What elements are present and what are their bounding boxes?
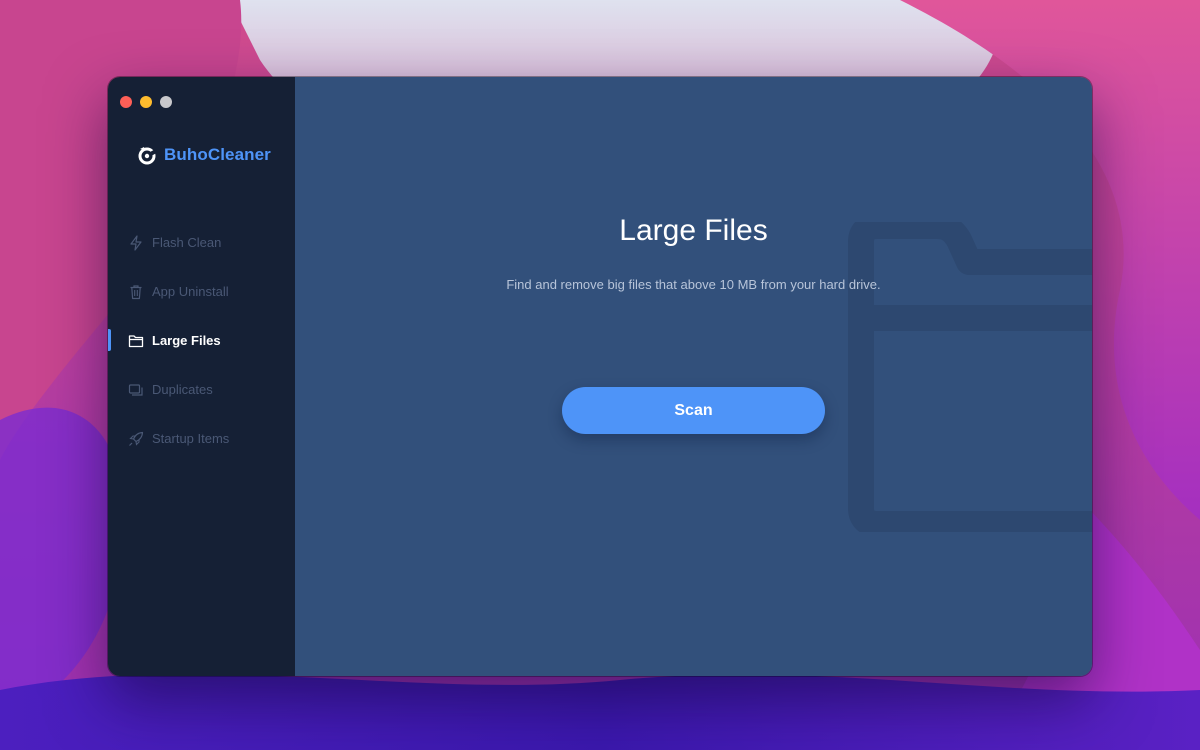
sidebar-item-startup-items[interactable]: Startup Items bbox=[108, 414, 295, 463]
duplicates-icon bbox=[128, 383, 143, 396]
page-description: Find and remove big files that above 10 … bbox=[506, 277, 881, 292]
sidebar-item-app-uninstall[interactable]: App Uninstall bbox=[108, 267, 295, 316]
sidebar-item-label: App Uninstall bbox=[152, 284, 229, 299]
sidebar-item-duplicates[interactable]: Duplicates bbox=[108, 365, 295, 414]
rocket-icon bbox=[129, 431, 144, 446]
minimize-window-button[interactable] bbox=[140, 96, 152, 108]
folder-icon bbox=[848, 222, 1092, 532]
scan-button[interactable]: Scan bbox=[562, 387, 825, 434]
sidebar-item-label: Large Files bbox=[152, 333, 221, 348]
trash-icon bbox=[130, 284, 142, 299]
page-title: Large Files bbox=[619, 214, 768, 247]
app-name: BuhoCleaner bbox=[164, 145, 271, 164]
sidebar-item-label: Flash Clean bbox=[152, 235, 222, 250]
window-controls bbox=[120, 96, 172, 108]
sidebar-nav: Flash Clean App Uninstall Large Files Du… bbox=[108, 218, 295, 463]
sidebar-item-large-files[interactable]: Large Files bbox=[108, 316, 295, 365]
sidebar-item-label: Startup Items bbox=[152, 431, 230, 446]
buho-logo-icon bbox=[138, 147, 157, 165]
zoom-window-button[interactable] bbox=[160, 96, 172, 108]
app-brand: BuhoCleaner bbox=[136, 144, 271, 166]
sidebar: BuhoCleaner Flash Clean App Uninstall La… bbox=[108, 77, 295, 676]
active-indicator bbox=[108, 329, 111, 351]
close-window-button[interactable] bbox=[120, 96, 132, 108]
folder-icon bbox=[128, 334, 144, 347]
sidebar-item-flash-clean[interactable]: Flash Clean bbox=[108, 218, 295, 267]
app-window: BuhoCleaner Flash Clean App Uninstall La… bbox=[108, 77, 1092, 676]
sidebar-item-label: Duplicates bbox=[152, 382, 213, 397]
lightning-icon bbox=[130, 234, 142, 251]
desktop: BuhoCleaner Flash Clean App Uninstall La… bbox=[0, 0, 1200, 750]
main-content: Large Files Find and remove big files th… bbox=[295, 77, 1092, 676]
